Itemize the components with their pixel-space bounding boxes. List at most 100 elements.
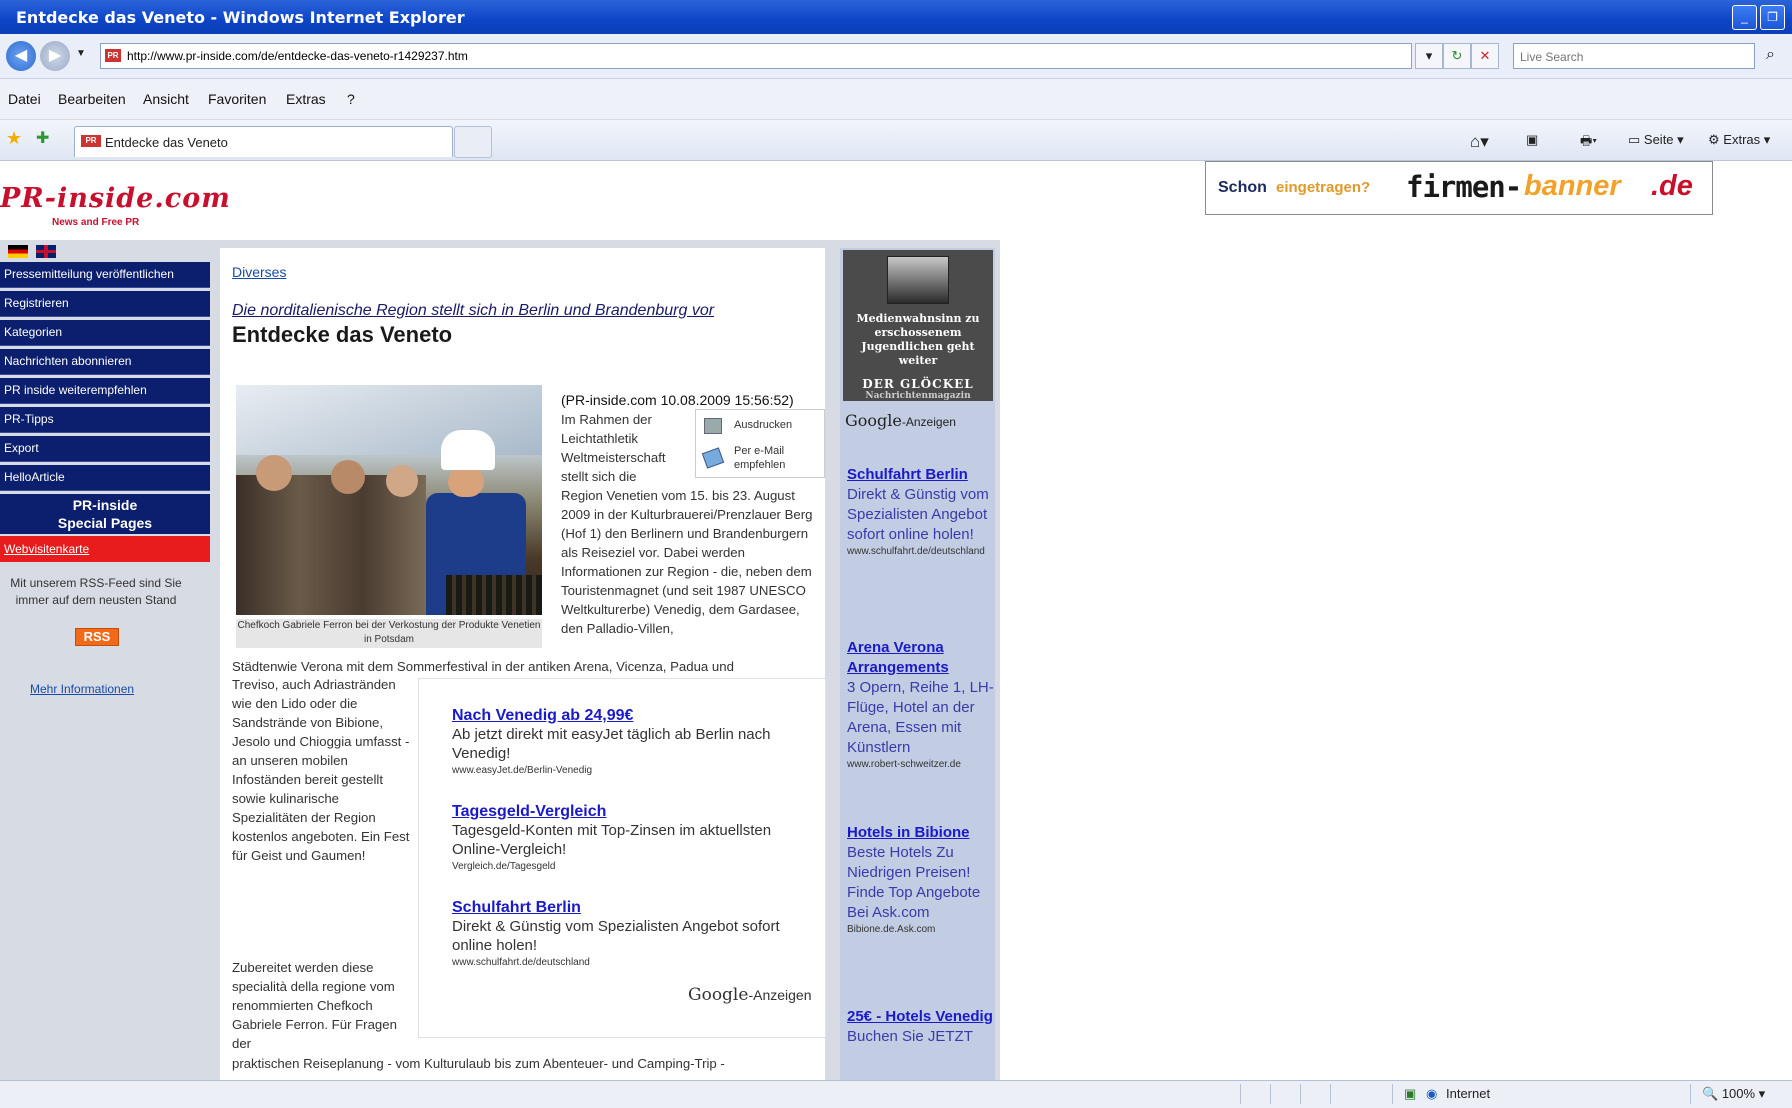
print-link[interactable]: Ausdrucken bbox=[734, 419, 792, 431]
sidebar-item-pr-tips[interactable]: PR-Tipps bbox=[0, 407, 210, 433]
german-flag-icon[interactable] bbox=[8, 245, 28, 258]
search-input[interactable] bbox=[1518, 46, 1752, 68]
banner-text-2: eingetragen? bbox=[1276, 179, 1371, 196]
sidebar-item-categories[interactable]: Kategorien bbox=[0, 320, 210, 346]
search-icon[interactable]: ⌕ bbox=[1766, 46, 1775, 64]
ad-title[interactable]: Arena Verona Arrangements bbox=[847, 638, 995, 678]
forward-icon[interactable]: ▶ bbox=[40, 41, 70, 71]
email-icon[interactable] bbox=[701, 447, 725, 469]
article-source-line: (PR-inside.com 10.08.2009 15:56:52) bbox=[561, 392, 794, 408]
site-logo[interactable]: PR-inside.com News and Free PR bbox=[0, 183, 231, 228]
history-dropdown-icon[interactable]: ▼ bbox=[76, 48, 86, 59]
ad-url[interactable]: www.easyJet.de/Berlin-Venedig bbox=[452, 765, 812, 776]
promo-image bbox=[887, 256, 949, 304]
maximize-icon[interactable]: ❐ bbox=[1760, 5, 1785, 30]
webvisitenkarte-link[interactable]: Webvisitenkarte bbox=[0, 536, 210, 562]
inline-ad[interactable]: Nach Venedig ab 24,99€ Ab jetzt direkt m… bbox=[452, 707, 812, 776]
stop-icon[interactable]: ✕ bbox=[1471, 43, 1499, 69]
ad-url[interactable]: www.schulfahrt.de/deutschland bbox=[452, 957, 812, 968]
print-icon[interactable]: 🖶▾ bbox=[1580, 132, 1597, 154]
article-paragraph-6: praktischen Reiseplanung - vom Kulturula… bbox=[232, 1056, 725, 1071]
firmen-banner-ad[interactable]: Schon eingetragen? firmen- banner .de bbox=[1205, 161, 1713, 215]
sidebar-item-recommend[interactable]: PR inside weiterempfehlen bbox=[0, 378, 210, 404]
rss-button[interactable]: RSS bbox=[75, 628, 119, 646]
google-ads-label[interactable]: Google-Anzeigen bbox=[688, 985, 811, 1005]
favorites-star-icon[interactable]: ★ bbox=[6, 128, 22, 149]
address-bar[interactable]: PR http://www.pr-inside.com/de/entdecke-… bbox=[100, 43, 1412, 69]
menu-bar: Datei Bearbeiten Ansicht Favoriten Extra… bbox=[0, 79, 1792, 120]
inline-ad[interactable]: Schulfahrt Berlin Direkt & Günstig vom S… bbox=[452, 899, 812, 968]
zoom-level[interactable]: 🔍 100% ▾ bbox=[1702, 1086, 1765, 1102]
search-box[interactable] bbox=[1513, 43, 1755, 69]
special-line-1: PR-inside bbox=[72, 497, 138, 513]
ad-description: Buchen Sie JETZT bbox=[847, 1028, 973, 1045]
page-menu[interactable]: ▭ Seite ▾ bbox=[1628, 132, 1684, 148]
promo-banner[interactable]: Medienwahnsinn zu erschossenem Jugendlic… bbox=[843, 250, 993, 401]
right-ad[interactable]: Hotels in Bibione Beste Hotels Zu Niedri… bbox=[847, 823, 995, 936]
sidebar-item-register[interactable]: Registrieren bbox=[0, 291, 210, 317]
article-paragraph-4: Treviso, auch Adriastränden wie den Lido… bbox=[232, 677, 410, 863]
minimize-icon[interactable]: _ bbox=[1732, 5, 1757, 30]
home-icon[interactable]: ⌂▾ bbox=[1470, 132, 1489, 152]
ad-url[interactable]: Bibione.de.Ask.com bbox=[847, 923, 995, 936]
title-bar: Entdecke das Veneto - Windows Internet E… bbox=[0, 0, 1792, 34]
promo-text: Medienwahnsinn zu erschossenem Jugendlic… bbox=[856, 312, 980, 367]
security-zone-label[interactable]: Internet bbox=[1446, 1086, 1490, 1101]
email-link[interactable]: Per e-Mail empfehlen bbox=[734, 444, 814, 472]
photo-caption: Chefkoch Gabriele Ferron bei der Verkost… bbox=[236, 619, 542, 648]
tab-bar: ★ ✚ PR Entdecke das Veneto ⌂▾ ▣ 🖶▾ ▭ Sei… bbox=[0, 120, 1792, 161]
ad-title[interactable]: 25€ - Hotels Venedig bbox=[847, 1007, 995, 1027]
inline-ad[interactable]: Tagesgeld-Vergleich Tagesgeld-Konten mit… bbox=[452, 803, 812, 872]
menu-datei[interactable]: Datei bbox=[8, 91, 41, 107]
menu-favoriten[interactable]: Favoriten bbox=[208, 91, 266, 107]
tab-favicon: PR bbox=[81, 135, 101, 147]
ad-url[interactable]: www.schulfahrt.de/deutschland bbox=[847, 545, 995, 558]
new-tab-button[interactable] bbox=[454, 126, 492, 158]
article-paragraph-1: Im Rahmen der Leichtathletik Weltmeister… bbox=[561, 412, 666, 484]
right-ad[interactable]: 25€ - Hotels Venedig Buchen Sie JETZT bbox=[847, 1007, 995, 1047]
right-ad[interactable]: Arena Verona Arrangements 3 Opern, Reihe… bbox=[847, 638, 995, 771]
menu-bearbeiten[interactable]: Bearbeiten bbox=[58, 91, 126, 107]
more-info-link[interactable]: Mehr Informationen bbox=[30, 682, 134, 696]
refresh-icon[interactable]: ↻ bbox=[1443, 43, 1471, 69]
menu-ansicht[interactable]: Ansicht bbox=[143, 91, 189, 107]
special-pages-heading[interactable]: PR-inside Special Pages bbox=[0, 494, 210, 534]
ad-title[interactable]: Nach Venedig ab 24,99€ bbox=[452, 707, 812, 725]
sidebar-nav: Pressemitteilung veröffentlichen Registr… bbox=[0, 262, 210, 562]
rss-promo-text: Mit unserem RSS-Feed sind Sie immer auf … bbox=[10, 576, 182, 607]
ad-url[interactable]: www.robert-schweitzer.de bbox=[847, 758, 995, 771]
window-title: Entdecke das Veneto - Windows Internet E… bbox=[16, 8, 465, 27]
ad-url[interactable]: Vergleich.de/Tagesgeld bbox=[452, 861, 812, 872]
ad-description: 3 Opern, Reihe 1, LH-Flüge, Hotel an der… bbox=[847, 679, 994, 756]
menu-extras[interactable]: Extras bbox=[286, 91, 326, 107]
logo-text: PR-inside.com bbox=[0, 183, 231, 214]
menu-help[interactable]: ? bbox=[347, 91, 355, 107]
article-paragraph-5: Zubereitet werden diese specialità della… bbox=[232, 960, 397, 1051]
ad-description: Direkt & Günstig vom Spezialisten Angebo… bbox=[452, 918, 780, 954]
sidebar-item-helloarticle[interactable]: HelloArticle bbox=[0, 465, 210, 491]
address-toolbar: ◀ ▶ ▼ PR http://www.pr-inside.com/de/ent… bbox=[0, 34, 1792, 79]
tab-entdecke-das-veneto[interactable]: PR Entdecke das Veneto bbox=[74, 126, 453, 157]
extras-menu[interactable]: ⚙ Extras ▾ bbox=[1708, 132, 1770, 148]
right-ad[interactable]: Schulfahrt Berlin Direkt & Günstig vom S… bbox=[847, 465, 995, 558]
ad-title[interactable]: Schulfahrt Berlin bbox=[847, 465, 995, 485]
ad-title[interactable]: Hotels in Bibione bbox=[847, 823, 995, 843]
google-ads-label-right[interactable]: Google-Anzeigen bbox=[845, 411, 956, 430]
protected-mode-icon[interactable]: ▣ bbox=[1404, 1086, 1416, 1102]
printer-icon[interactable] bbox=[704, 418, 722, 434]
ad-description: Ab jetzt direkt mit easyJet täglich ab B… bbox=[452, 726, 771, 762]
article-tools: Ausdrucken Per e-Mail empfehlen bbox=[695, 409, 825, 478]
ad-title[interactable]: Schulfahrt Berlin bbox=[452, 899, 812, 917]
address-dropdown-icon[interactable]: ▾ bbox=[1415, 43, 1443, 69]
sidebar-item-publish[interactable]: Pressemitteilung veröffentlichen bbox=[0, 262, 210, 288]
sidebar-item-subscribe[interactable]: Nachrichten abonnieren bbox=[0, 349, 210, 375]
ad-title[interactable]: Tagesgeld-Vergleich bbox=[452, 803, 812, 821]
sidebar-item-export[interactable]: Export bbox=[0, 436, 210, 462]
category-link[interactable]: Diverses bbox=[232, 264, 286, 280]
back-icon[interactable]: ◀ bbox=[6, 41, 36, 71]
add-favorite-icon[interactable]: ✚ bbox=[36, 128, 49, 148]
article-subtitle[interactable]: Die norditalienische Region stellt sich … bbox=[232, 302, 714, 320]
ad-description: Direkt & Günstig vom Spezialisten Angebo… bbox=[847, 486, 989, 543]
feeds-icon[interactable]: ▣ bbox=[1526, 132, 1538, 148]
uk-flag-icon[interactable] bbox=[35, 245, 56, 258]
